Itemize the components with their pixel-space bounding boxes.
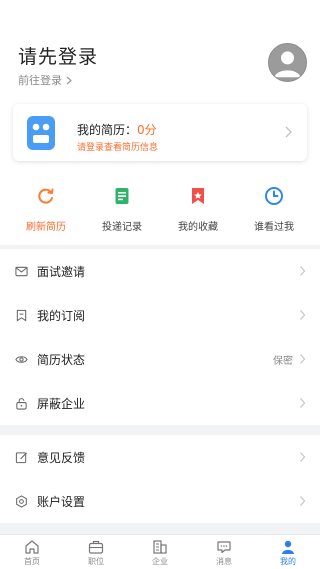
mail-icon [15, 266, 28, 276]
menu-label: 简历状态 [37, 352, 86, 367]
resume-document-icon [27, 116, 55, 150]
tab-mine[interactable]: 我的 [256, 535, 320, 569]
resume-score: 0分 [137, 123, 157, 137]
chevron-right-icon [300, 310, 306, 320]
clock-icon [265, 187, 283, 205]
menu-label: 账户设置 [37, 494, 86, 509]
go-login-label: 前往登录 [18, 74, 62, 87]
menu-item-interview-invitations[interactable]: 面试邀请 [0, 249, 320, 293]
mine-page: 请先登录 前往登录 我的简历：0分 请登录查看简历信息 刷新简历 投递记录 我的… [0, 0, 320, 569]
shortcut-label: 谁看过我 [254, 222, 294, 233]
bookmark-icon [16, 309, 27, 322]
tab-messages[interactable]: 消息 [192, 535, 256, 569]
bottom-tab-bar: 首页 职位 企业 消息 我的 [0, 534, 320, 569]
resume-login-hint: 请登录查看简历信息 [77, 143, 159, 153]
tab-label: 企业 [152, 557, 168, 566]
menu-label: 我的订阅 [37, 308, 86, 323]
menu-item-resume-status[interactable]: 简历状态 保密 [0, 337, 320, 381]
document-list-icon [115, 188, 129, 204]
favorite-icon [192, 188, 204, 204]
tab-jobs[interactable]: 职位 [64, 535, 128, 569]
lock-icon [16, 397, 27, 410]
user-avatar-icon[interactable] [268, 43, 307, 82]
tab-label: 首页 [24, 557, 40, 566]
menu-label: 意见反馈 [37, 450, 86, 465]
menu-item-my-subscriptions[interactable]: 我的订阅 [0, 293, 320, 337]
menu-item-feedback[interactable]: 意见反馈 [0, 435, 320, 479]
chevron-right-icon [300, 496, 306, 506]
settings-icon [16, 494, 27, 508]
chevron-right-icon [300, 266, 306, 276]
menu-item-account-settings[interactable]: 账户设置 [0, 479, 320, 523]
shortcut-delivery-records[interactable]: 投递记录 [88, 186, 156, 233]
tab-label: 消息 [216, 557, 232, 566]
tab-companies[interactable]: 企业 [128, 535, 192, 569]
chevron-right-icon [300, 452, 306, 462]
resume-card[interactable]: 我的简历：0分 请登录查看简历信息 [13, 104, 307, 161]
shortcut-label: 投递记录 [102, 222, 142, 233]
briefcase-icon [88, 540, 104, 554]
chevron-right-icon [66, 76, 72, 84]
chevron-right-icon [300, 398, 306, 408]
menu-label: 屏蔽企业 [37, 396, 86, 411]
menu-label: 面试邀请 [37, 264, 86, 279]
tab-label: 我的 [280, 557, 296, 566]
menu-group-2: 意见反馈 账户设置 [0, 435, 320, 523]
shortcut-who-viewed-me[interactable]: 谁看过我 [240, 186, 308, 233]
person-icon [282, 540, 294, 554]
edit-icon [15, 451, 28, 463]
profile-header: 请先登录 前往登录 我的简历：0分 请登录查看简历信息 刷新简历 投递记录 我的… [0, 0, 320, 245]
refresh-icon [38, 188, 54, 204]
building-icon [153, 540, 167, 554]
shortcut-refresh-resume[interactable]: 刷新简历 [12, 186, 80, 233]
tab-home[interactable]: 首页 [0, 535, 64, 569]
menu-item-block-companies[interactable]: 屏蔽企业 [0, 381, 320, 425]
shortcut-my-favorites[interactable]: 我的收藏 [164, 186, 232, 233]
chevron-right-icon [300, 354, 306, 364]
go-login-link[interactable]: 前往登录 [18, 72, 72, 88]
resume-label: 我的简历： [77, 123, 138, 137]
eye-icon [15, 355, 28, 363]
shortcut-label: 刷新简历 [26, 222, 66, 233]
message-icon [217, 541, 231, 554]
home-icon [25, 540, 39, 554]
menu-group-1: 面试邀请 我的订阅 简历状态 保密 屏蔽企业 [0, 249, 320, 425]
shortcut-label: 我的收藏 [178, 222, 218, 233]
resume-score-line: 我的简历：0分 [77, 121, 157, 138]
resume-status-value: 保密 [273, 355, 293, 367]
tab-label: 职位 [88, 557, 104, 566]
chevron-right-icon [285, 126, 292, 138]
login-title[interactable]: 请先登录 [18, 42, 98, 69]
